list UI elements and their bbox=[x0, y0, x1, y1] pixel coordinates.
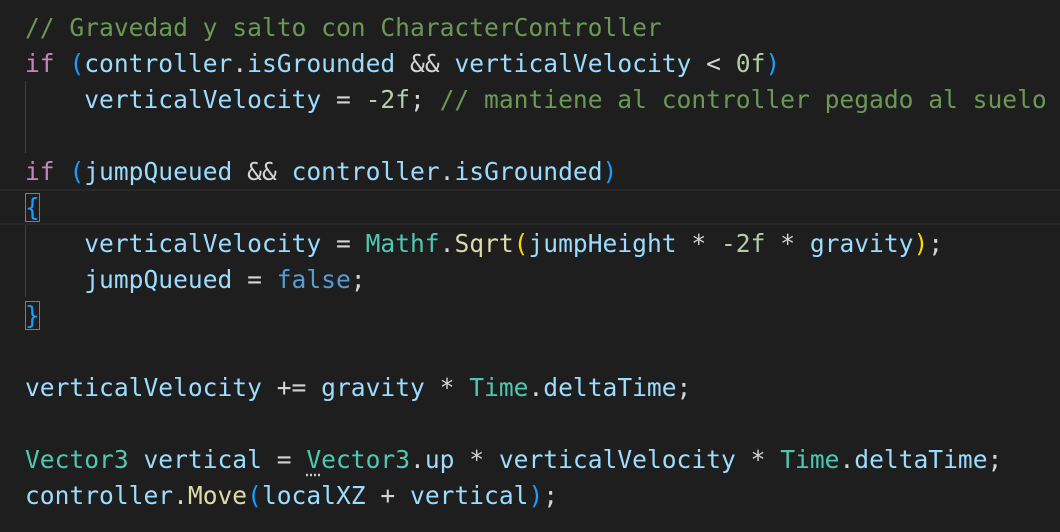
code-token: -2f bbox=[720, 229, 766, 258]
code-line[interactable]: // Gravedad y salto con CharacterControl… bbox=[25, 10, 662, 46]
code-token: controller bbox=[84, 49, 233, 78]
code-token: deltaTime bbox=[543, 373, 677, 402]
code-token: * bbox=[676, 229, 721, 258]
code-token: ( bbox=[513, 229, 529, 258]
code-token: . bbox=[528, 373, 544, 402]
code-token: false bbox=[276, 265, 351, 294]
code-token: // mantiene al controller pegado al suel… bbox=[439, 85, 1047, 114]
code-token: = bbox=[232, 265, 277, 294]
code-token: jumpQueued bbox=[84, 265, 233, 294]
code-token: + bbox=[365, 481, 411, 510]
code-token: if bbox=[25, 157, 55, 186]
code-token: ; bbox=[350, 265, 366, 294]
code-token: jumpQueued bbox=[84, 157, 233, 186]
code-token: controller bbox=[291, 157, 440, 186]
code-token: Mathf bbox=[365, 229, 440, 258]
code-token: ; bbox=[543, 481, 559, 510]
code-token: ; bbox=[928, 229, 944, 258]
code-token: . bbox=[232, 49, 248, 78]
code-token: deltaTime bbox=[854, 445, 988, 474]
code-token: verticalVelocity bbox=[498, 445, 736, 474]
code-token: // Gravedad y salto con CharacterControl… bbox=[25, 13, 662, 42]
code-token: = bbox=[321, 85, 366, 114]
code-token: < bbox=[691, 49, 736, 78]
code-token: Time bbox=[469, 373, 529, 402]
code-token: isGrounded bbox=[247, 49, 396, 78]
code-token: ; bbox=[987, 445, 1003, 474]
code-token: gravity bbox=[321, 373, 425, 402]
code-token: V bbox=[306, 445, 322, 474]
code-token: verticalVelocity bbox=[454, 49, 692, 78]
code-token: ( bbox=[69, 157, 85, 186]
code-token: ; bbox=[410, 85, 440, 114]
code-line[interactable]: } bbox=[25, 298, 40, 334]
code-token: . bbox=[839, 445, 855, 474]
code-token: -2f bbox=[365, 85, 410, 114]
code-token: += bbox=[261, 373, 322, 402]
code-line[interactable]: verticalVelocity += gravity * Time.delta… bbox=[25, 370, 691, 406]
code-token: isGrounded bbox=[454, 157, 603, 186]
code-token: ) bbox=[913, 229, 929, 258]
code-token: gravity bbox=[809, 229, 914, 258]
code-token: ( bbox=[69, 49, 85, 78]
code-token: verticalVelocity bbox=[84, 85, 322, 114]
code-line[interactable]: controller.Move(localXZ + vertical); bbox=[25, 478, 558, 514]
code-token: ) bbox=[765, 49, 781, 78]
code-line[interactable]: if (jumpQueued && controller.isGrounded) bbox=[25, 154, 617, 190]
code-line[interactable]: verticalVelocity = Mathf.Sqrt(jumpHeight… bbox=[25, 226, 943, 262]
code-token: = bbox=[261, 445, 307, 474]
code-token: localXZ bbox=[261, 481, 366, 510]
code-token: ector3 bbox=[321, 445, 411, 474]
code-token: { bbox=[25, 193, 40, 222]
code-token: controller bbox=[25, 481, 174, 510]
code-token: && bbox=[232, 157, 292, 186]
code-token: * bbox=[424, 373, 470, 402]
code-token: * bbox=[765, 229, 810, 258]
code-token: ) bbox=[528, 481, 544, 510]
code-line[interactable]: verticalVelocity = -2f; // mantiene al c… bbox=[25, 82, 1047, 118]
code-token: . bbox=[439, 229, 455, 258]
code-editor[interactable]: // Gravedad y salto con CharacterControl… bbox=[0, 0, 1060, 532]
code-token: up bbox=[424, 445, 455, 474]
code-token: Move bbox=[187, 481, 248, 510]
code-token: verticalVelocity bbox=[25, 373, 262, 402]
code-line[interactable]: if (controller.isGrounded && verticalVel… bbox=[25, 46, 780, 82]
code-token: . bbox=[173, 481, 188, 510]
code-token: Time bbox=[780, 445, 840, 474]
code-token: . bbox=[439, 157, 455, 186]
code-token: verticalVelocity bbox=[84, 229, 322, 258]
code-token: vertical bbox=[410, 481, 529, 510]
code-token: Sqrt bbox=[454, 229, 514, 258]
code-token: ( bbox=[247, 481, 262, 510]
code-token: if bbox=[25, 49, 55, 78]
code-token: && bbox=[395, 49, 455, 78]
code-line[interactable]: Vector3 vertical = Vector3.up * vertical… bbox=[25, 442, 1002, 478]
current-line-highlight bbox=[0, 189, 1060, 225]
code-token: * bbox=[735, 445, 781, 474]
code-token: . bbox=[410, 445, 425, 474]
code-token: ; bbox=[676, 373, 692, 402]
code-token: Vector3 bbox=[25, 445, 129, 474]
code-token: } bbox=[25, 301, 40, 330]
code-token: jumpHeight bbox=[528, 229, 677, 258]
code-token: = bbox=[321, 229, 366, 258]
code-line[interactable]: { bbox=[25, 190, 40, 226]
code-token: 0f bbox=[735, 49, 766, 78]
code-token: * bbox=[454, 445, 499, 474]
code-token: vertical bbox=[143, 445, 262, 474]
code-line[interactable]: jumpQueued = false; bbox=[25, 262, 366, 298]
code-token: ) bbox=[602, 157, 618, 186]
